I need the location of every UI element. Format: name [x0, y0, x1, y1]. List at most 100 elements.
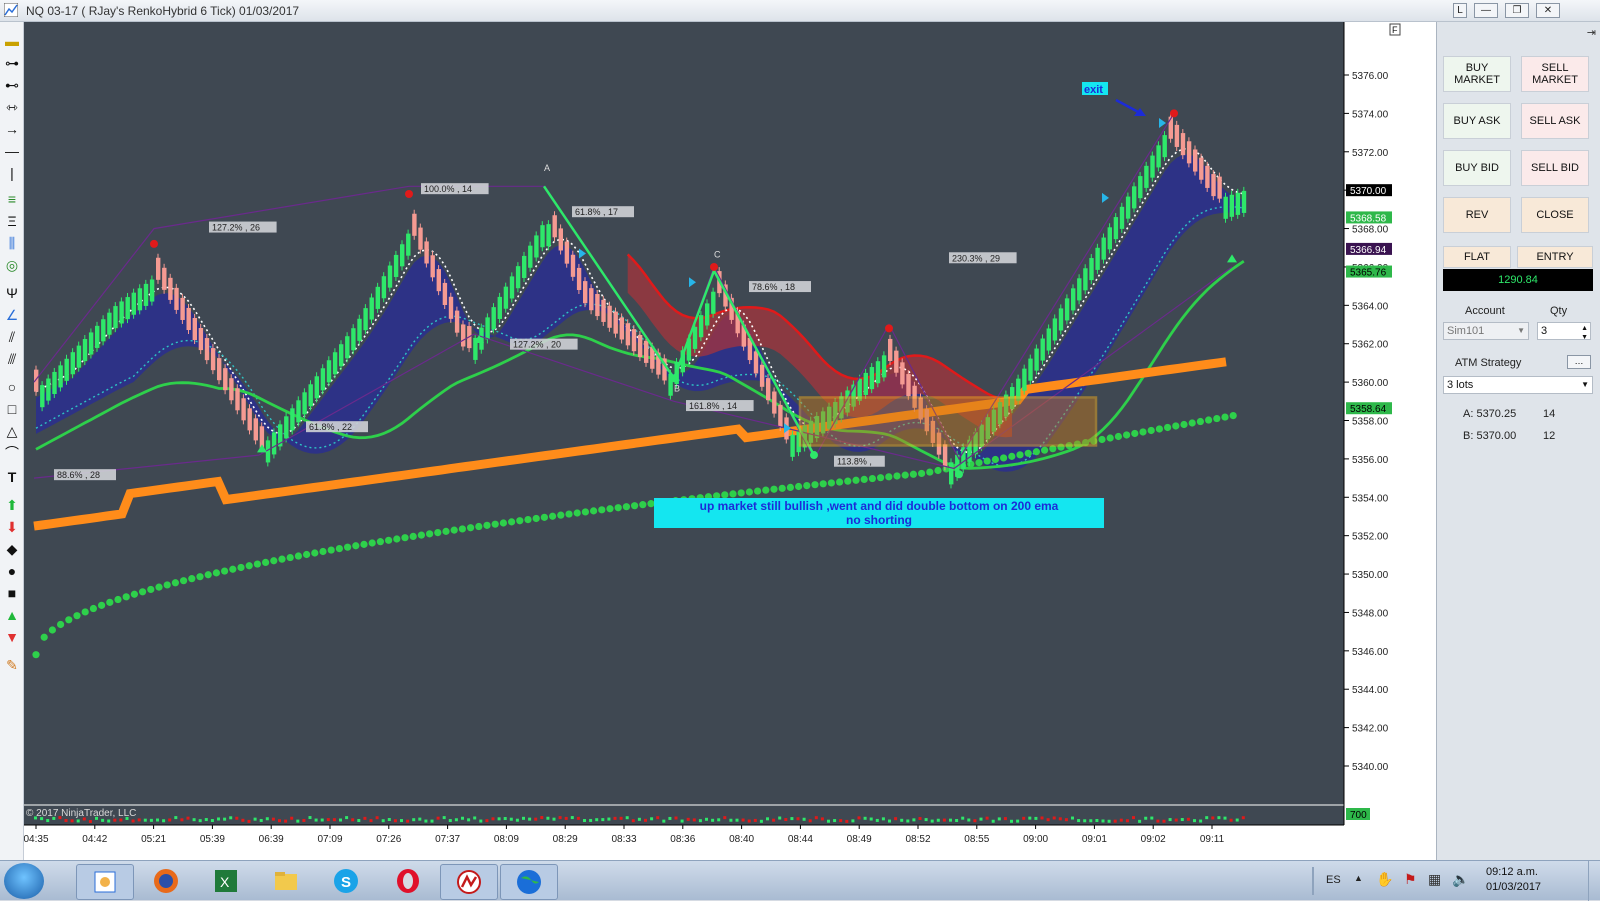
- horizontal-line-tool-icon[interactable]: —: [3, 142, 21, 160]
- sell-market-button[interactable]: SELL MARKET: [1521, 56, 1589, 92]
- language-indicator[interactable]: ES: [1326, 874, 1341, 886]
- chart-trader-panel: BUY MARKET SELL MARKET BUY ASK SELL ASK …: [1436, 22, 1600, 860]
- bear-candle: [199, 328, 203, 350]
- arrow-down-tool-icon[interactable]: ⬇: [3, 518, 21, 536]
- window-restore-button[interactable]: ❐: [1505, 3, 1529, 18]
- ema-200-dot: [237, 564, 244, 571]
- rectangle-tool-icon[interactable]: □: [3, 400, 21, 418]
- buy-ask-button[interactable]: BUY ASK: [1443, 103, 1511, 139]
- ema-200-dot: [459, 525, 466, 532]
- atm-settings-button[interactable]: …: [1567, 355, 1591, 369]
- clock-date[interactable]: 01/03/2017: [1486, 881, 1541, 893]
- ellipse-tool-icon[interactable]: ○: [3, 378, 21, 396]
- arrow-up-tool-icon[interactable]: ⬆: [3, 496, 21, 514]
- ema-200-dot: [270, 557, 277, 564]
- bull-candle: [46, 379, 50, 401]
- gann-fan-tool-icon[interactable]: ∠: [3, 306, 21, 324]
- sell-ask-button[interactable]: SELL ASK: [1521, 103, 1589, 139]
- chart-canvas[interactable]: A B C 127.2% , 26 100.0% , 14 61.8% , 17 78.6%…: [24, 22, 1436, 860]
- tray-app-icon[interactable]: ✋: [1376, 871, 1393, 888]
- arc-tool-icon[interactable]: ⌒: [3, 444, 21, 462]
- ema-200-dot: [861, 476, 868, 483]
- panel-collapse-icon[interactable]: ⇥: [1587, 26, 1596, 39]
- bull-candle: [302, 392, 306, 414]
- triangle-down-tool-icon[interactable]: ▼: [3, 628, 21, 646]
- volume-bar: [1004, 817, 1007, 820]
- pitchfork-tool-icon[interactable]: Ψ: [3, 284, 21, 302]
- trend-channel-tool-icon[interactable]: ⫻: [3, 350, 21, 368]
- taskbar-app-folder[interactable]: [258, 864, 314, 898]
- ema-200-dot: [541, 514, 548, 521]
- ema-200-dot: [90, 605, 97, 612]
- vertical-line-tool-icon[interactable]: |: [3, 164, 21, 182]
- window-minimize-button[interactable]: —: [1474, 3, 1498, 18]
- taskbar-app-opera[interactable]: [380, 864, 436, 898]
- atm-strategy-select[interactable]: 3 lots ▼: [1443, 376, 1593, 394]
- qty-stepper[interactable]: 3 ▲ ▼: [1537, 322, 1591, 340]
- volume-icon[interactable]: 🔈: [1452, 871, 1469, 888]
- regression-tool-icon[interactable]: ⫽: [3, 328, 21, 346]
- window-link-button[interactable]: L: [1453, 3, 1467, 18]
- arrow-line-tool-icon[interactable]: →: [3, 120, 21, 138]
- double-bottom-zone[interactable]: [800, 397, 1096, 445]
- taskbar-app-globe[interactable]: [500, 864, 558, 900]
- show-desktop-button[interactable]: [1588, 861, 1600, 901]
- stepper-down-icon[interactable]: ▼: [1581, 330, 1588, 346]
- fib-extension-tool-icon[interactable]: Ξ: [3, 212, 21, 230]
- network-icon[interactable]: ▦: [1428, 871, 1441, 888]
- ema-200-dot: [262, 559, 269, 566]
- ema-200-dot: [32, 651, 39, 658]
- sell-bid-button[interactable]: SELL BID: [1521, 150, 1589, 186]
- volume-bar: [1144, 817, 1147, 820]
- taskbar-app-skype[interactable]: S: [318, 864, 374, 898]
- time-tick-label: 09:01: [1082, 834, 1107, 845]
- bull-candle: [1236, 193, 1240, 215]
- clock-time[interactable]: 09:12 a.m.: [1486, 866, 1538, 878]
- account-select[interactable]: Sim101 ▼: [1443, 322, 1529, 340]
- bear-candle: [443, 283, 447, 305]
- fib-circle-tool-icon[interactable]: ◎: [3, 256, 21, 274]
- bull-candle: [406, 234, 410, 256]
- text-tool-icon[interactable]: T: [3, 468, 21, 486]
- extended-line-tool-icon[interactable]: ⊷: [3, 76, 21, 94]
- bull-candle: [77, 346, 81, 368]
- ema-200-dot: [1131, 430, 1138, 437]
- ema-200-dot: [155, 584, 162, 591]
- buy-bid-button[interactable]: BUY BID: [1443, 150, 1511, 186]
- action-center-icon[interactable]: ⚑: [1404, 871, 1417, 888]
- taskbar-app-ninjatrader[interactable]: [440, 864, 498, 900]
- taskbar-app-firefox[interactable]: [138, 864, 194, 898]
- reverse-button[interactable]: REV: [1443, 197, 1511, 233]
- triangle-up-tool-icon[interactable]: ▲: [3, 606, 21, 624]
- fib-label: 78.6% , 18: [752, 282, 795, 292]
- price-tick-label: 5348.00: [1352, 608, 1389, 619]
- triangle-tool-icon[interactable]: △: [3, 422, 21, 440]
- window-close-button[interactable]: ✕: [1536, 3, 1560, 18]
- volume-bar: [150, 819, 153, 822]
- remove-drawings-tool-icon[interactable]: ✎: [3, 656, 21, 674]
- ruler-tool-icon[interactable]: ▬: [3, 32, 21, 50]
- bull-candle: [150, 279, 154, 301]
- dot-tool-icon[interactable]: ●: [3, 562, 21, 580]
- taskbar-app-explorer-hand[interactable]: [76, 864, 134, 900]
- close-position-button[interactable]: CLOSE: [1521, 197, 1589, 233]
- bull-candle: [1108, 227, 1112, 249]
- renko-chart[interactable]: A B C 127.2% , 26 100.0% , 14 61.8% , 17 78.6%…: [24, 22, 1436, 860]
- start-button[interactable]: [4, 863, 44, 899]
- bull-candle: [1132, 186, 1136, 208]
- firefox-icon: [152, 867, 180, 895]
- ray-tool-icon[interactable]: ⊶: [3, 54, 21, 72]
- ema-200-dot: [295, 552, 302, 559]
- volume-bar: [1193, 819, 1196, 822]
- show-hidden-icons-icon[interactable]: ▲: [1354, 873, 1363, 883]
- bull-candle: [516, 266, 520, 288]
- channel-tool-icon[interactable]: ≡: [3, 190, 21, 208]
- diamond-tool-icon[interactable]: ◆: [3, 540, 21, 558]
- ema-200-dot: [172, 579, 179, 586]
- taskbar-app-excel[interactable]: X: [198, 864, 254, 898]
- buy-market-button[interactable]: BUY MARKET: [1443, 56, 1511, 92]
- fib-time-tool-icon[interactable]: ⫼: [3, 234, 21, 252]
- square-tool-icon[interactable]: ■: [3, 584, 21, 602]
- line-tool-icon[interactable]: ⇿: [3, 98, 21, 116]
- volume-bar: [845, 820, 848, 823]
